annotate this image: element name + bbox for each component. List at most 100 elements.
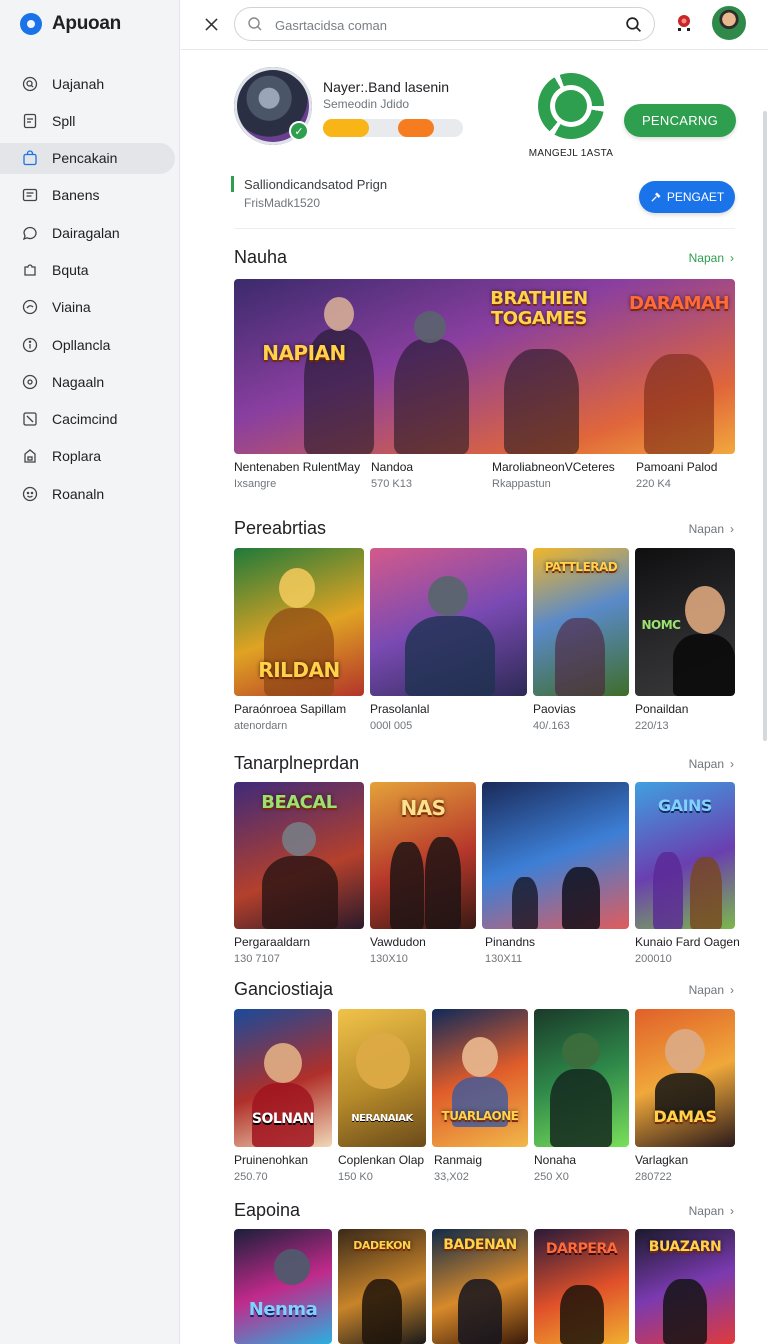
card-art-title: NOMC <box>641 618 682 632</box>
section-link-tanarplneprdan[interactable]: Napan › <box>689 757 734 771</box>
section-link-nauha[interactable]: Napan › <box>689 251 734 265</box>
banner-art-title-left: NAPIAN <box>262 341 346 365</box>
sidebar-item-label: Pencakain <box>52 150 118 167</box>
notification-icon <box>678 15 690 31</box>
slash-square-icon <box>22 411 38 427</box>
character-figure <box>390 842 424 929</box>
top-bar <box>181 0 768 50</box>
main-content: ✓ Nayer:.Band lasenin Semeodin Jdido MAN… <box>181 51 768 1344</box>
character-figure <box>425 837 461 929</box>
sidebar-item-pencakain[interactable]: Pencakain <box>0 142 175 174</box>
game-card-image[interactable]: NERANAIAK <box>338 1009 426 1147</box>
game-card-image[interactable]: PATTLERAD <box>533 548 629 696</box>
section-link-label: Napan <box>688 757 724 771</box>
game-card-image[interactable] <box>534 1009 629 1147</box>
mail-icon <box>22 187 38 203</box>
info-accent-bar <box>231 176 234 192</box>
card-title: Kunaio Fard Oagen <box>635 935 740 949</box>
game-card-image[interactable] <box>370 548 527 696</box>
sidebar-item-bquta[interactable]: Bquta <box>0 254 175 285</box>
character-head <box>324 297 354 331</box>
sidebar-item-dairagalan[interactable]: Dairagalan <box>0 217 175 248</box>
card-title: Vawdudon <box>370 935 426 949</box>
card-subtitle: 130 7107 <box>234 953 280 965</box>
character-figure <box>644 354 714 454</box>
sidebar-item-viaina[interactable]: Viaina <box>0 292 175 323</box>
brand-logo-icon[interactable] <box>538 73 604 139</box>
game-card-image[interactable]: BADENAN <box>432 1229 528 1344</box>
sidebar-item-spll[interactable]: Spll <box>0 105 175 136</box>
character-figure <box>264 608 334 696</box>
close-button[interactable] <box>201 14 221 34</box>
game-card-image[interactable]: NAS <box>370 782 476 929</box>
sidebar-item-banens[interactable]: Banens <box>0 180 175 211</box>
game-card-image[interactable]: BEACAL <box>234 782 364 929</box>
sidebar-item-opllancla[interactable]: Opllancla <box>0 329 175 360</box>
search-submit-icon[interactable] <box>625 16 642 33</box>
featured-banner[interactable]: NAPIAN BRATHIEN TOGAMES DARAMAH <box>234 279 735 454</box>
card-title: Prasolanlal <box>370 702 430 716</box>
primary-action-button[interactable]: PENCARNG <box>624 104 736 137</box>
game-card-image[interactable]: NOMC <box>635 548 735 696</box>
character-figure <box>663 1279 707 1344</box>
card-subtitle: 130X10 <box>370 953 408 965</box>
section-link-label: Napan <box>688 1204 724 1218</box>
search-icon <box>248 17 262 31</box>
sidebar-item-uajanah[interactable]: Uajanah <box>0 68 175 99</box>
info-subtitle: FrisMadk1520 <box>244 196 321 210</box>
sidebar: Apuoan Uajanah Spll Pencakain Banens Dai… <box>0 0 180 1344</box>
scrollbar[interactable] <box>763 111 767 741</box>
character-figure <box>562 867 600 929</box>
card-art-title: NERANAIAK <box>351 1113 413 1124</box>
character-figure <box>394 339 469 454</box>
game-card-image[interactable]: DADEKON <box>338 1229 426 1344</box>
section-link-eapoina[interactable]: Napan › <box>689 1204 734 1218</box>
character-head <box>356 1033 410 1089</box>
sidebar-item-label: Roplara <box>52 448 102 465</box>
character-head <box>279 568 315 608</box>
sidebar-item-cacimcind[interactable]: Cacimcind <box>0 404 175 435</box>
card-subtitle: 40/.163 <box>533 720 570 732</box>
character-figure <box>550 1069 612 1147</box>
progress-segment-orange <box>398 119 434 137</box>
character-head <box>685 586 725 634</box>
sidebar-item-roanaln[interactable]: Roanaln <box>0 478 175 509</box>
sidebar-item-roplara[interactable]: Roplara <box>0 441 175 472</box>
card-title: Ponaildan <box>635 702 689 716</box>
notification-button[interactable] <box>673 12 695 36</box>
section-link-pereabrtias[interactable]: Napan › <box>689 522 734 536</box>
tool-icon <box>651 191 661 202</box>
character-figure <box>262 856 338 929</box>
game-card-image[interactable]: DARPERA <box>534 1229 629 1344</box>
game-card-image[interactable]: DAMAS <box>635 1009 735 1147</box>
search-input[interactable] <box>275 14 615 36</box>
game-card-image[interactable] <box>482 782 629 929</box>
secondary-action-button[interactable]: PENGAET <box>639 181 735 213</box>
character-figure <box>690 857 722 929</box>
game-card-image[interactable]: SOLNAN <box>234 1009 332 1147</box>
app-brand[interactable]: Apuoan <box>20 12 121 36</box>
sidebar-item-label: Banens <box>52 187 100 204</box>
chevron-right-icon: › <box>730 1204 734 1218</box>
card-art-title: NAS <box>400 796 446 820</box>
character-figure <box>673 634 735 696</box>
character-head <box>462 1037 498 1077</box>
game-card-image[interactable]: RILDAN <box>234 548 364 696</box>
game-card-image[interactable]: TUARLAONE <box>432 1009 528 1147</box>
section-title-nauha: Nauha <box>234 247 288 267</box>
section-link-ganciostiaja[interactable]: Napan › <box>689 983 734 997</box>
game-card-image[interactable]: BUAZARN <box>635 1229 735 1344</box>
progress-bar <box>323 119 463 137</box>
card-subtitle: 570 K13 <box>371 478 412 490</box>
chevron-right-icon: › <box>730 251 734 265</box>
search-bar[interactable] <box>234 7 655 41</box>
user-avatar[interactable] <box>712 6 746 40</box>
chevron-right-icon: › <box>730 983 734 997</box>
game-card-image[interactable]: GAINS <box>635 782 735 929</box>
document-icon <box>22 113 38 129</box>
divider <box>234 228 735 229</box>
game-card-image[interactable]: Nenma <box>234 1229 332 1344</box>
sidebar-item-nagaaln[interactable]: Nagaaln <box>0 366 175 397</box>
sidebar-item-label: Spll <box>52 112 76 129</box>
profile-name: Nayer:.Band lasenin <box>323 79 450 95</box>
